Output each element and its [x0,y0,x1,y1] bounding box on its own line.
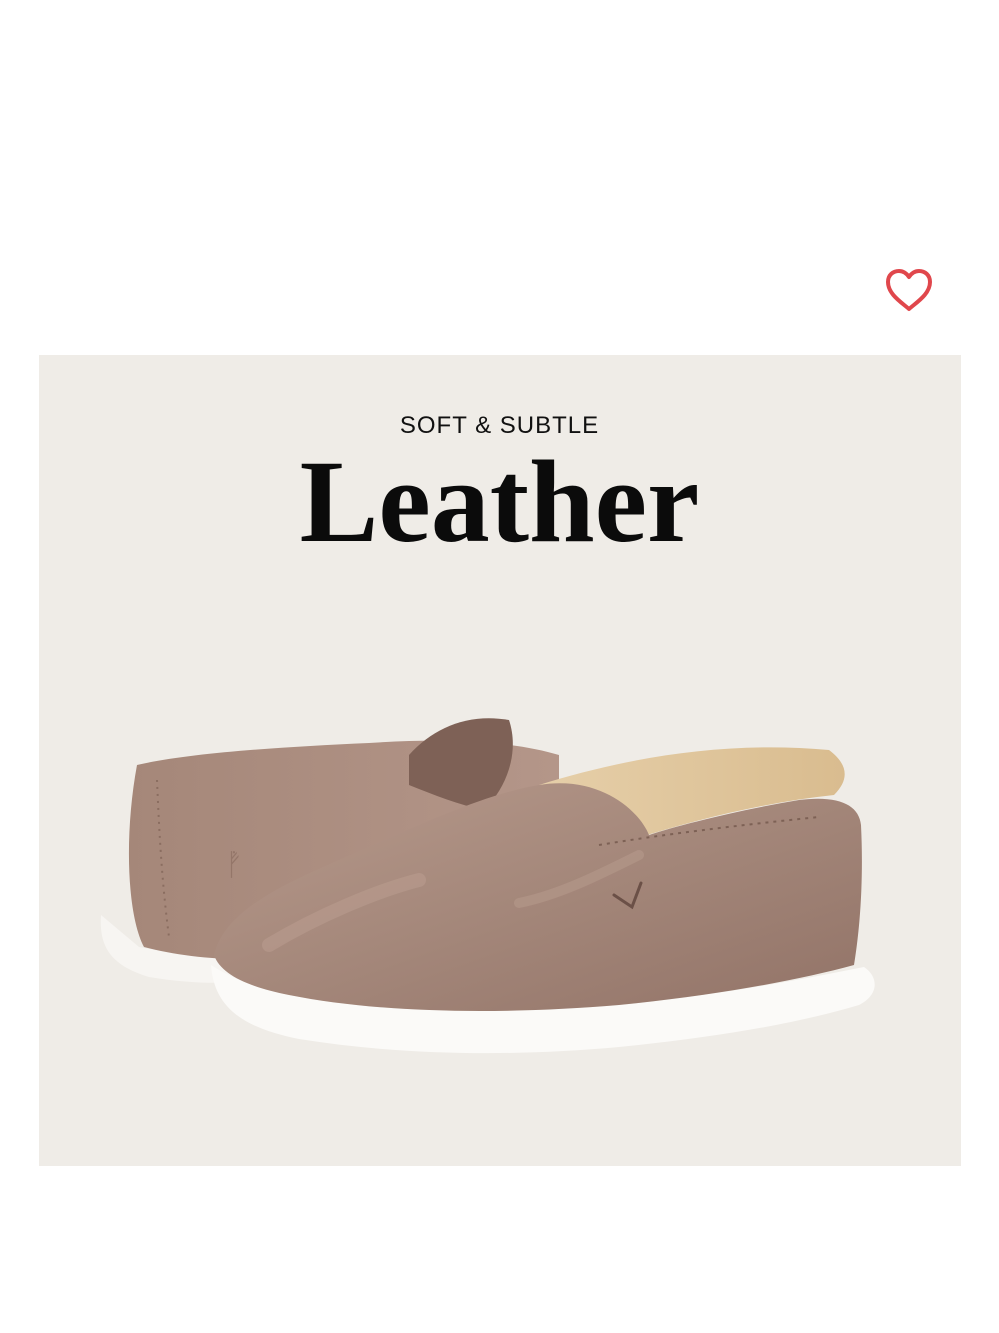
shoe-image: ᚡ [100,718,875,1054]
favorite-button[interactable] [880,264,938,316]
svg-text:ᚡ: ᚡ [225,848,243,883]
heart-outline-icon [886,269,932,311]
